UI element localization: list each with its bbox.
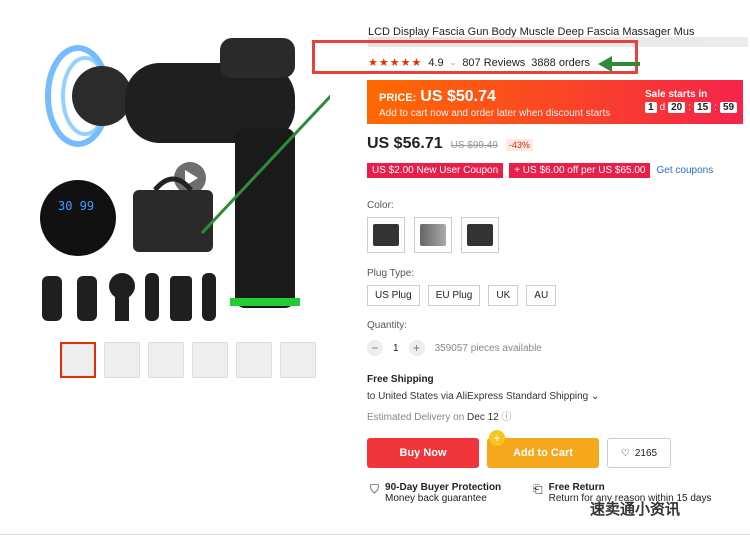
plug-option-eu[interactable]: EU Plug (427, 285, 481, 306)
wishlist-button[interactable]: ♡ 2165 (607, 438, 671, 468)
estimated-delivery: Estimated Delivery on Dec 12 ⓘ (367, 408, 512, 423)
shield-icon: ⛉ (370, 482, 380, 496)
color-option-2[interactable] (414, 217, 452, 253)
return-icon: ⎗ (533, 482, 543, 496)
heart-icon: ♡ (620, 447, 630, 459)
product-main-image[interactable]: 30 99 (30, 18, 357, 336)
countdown-days: 1 (645, 102, 657, 113)
color-swatches (367, 217, 499, 253)
current-price: US $56.71 (367, 135, 443, 152)
countdown-minutes: 15 (694, 102, 712, 113)
svg-text:30 99: 30 99 (58, 199, 94, 213)
annotation-highlight-box (312, 40, 638, 74)
add-badge-icon: + (489, 430, 505, 446)
promo-subtitle: Add to cart now and order later when dis… (379, 108, 611, 119)
quantity-minus-button[interactable]: − (367, 340, 383, 356)
protection-title: 90-Day Buyer Protection (385, 482, 502, 493)
add-to-cart-button[interactable]: Add to Cart (487, 438, 599, 468)
thumbnail-1[interactable] (60, 342, 96, 378)
sale-label: Sale starts in (645, 89, 708, 100)
buyer-protection: ⛉ 90-Day Buyer Protection Money back gua… (370, 482, 501, 504)
discount-badge: -43% (505, 139, 533, 151)
plug-options: US Plug EU Plug UK AU (367, 285, 557, 306)
eta-date: Dec 12 (467, 412, 499, 423)
pieces-available: 359057 pieces available (434, 342, 542, 354)
quantity-value[interactable]: 1 (393, 343, 399, 354)
thumbnail-strip (60, 342, 316, 378)
thumbnail-4[interactable] (192, 342, 228, 378)
color-option-3[interactable] (461, 217, 499, 253)
color-label: Color: (367, 200, 394, 211)
spend-coupon[interactable]: + US $6.00 off per US $65.00 (509, 163, 651, 178)
shipping-destination[interactable]: to United States via AliExpress Standard… (367, 391, 599, 402)
color-option-1[interactable] (367, 217, 405, 253)
countdown-hours: 20 (668, 102, 686, 113)
quantity-label: Quantity: (367, 320, 408, 331)
plug-type-label: Plug Type: (367, 268, 415, 279)
countdown-timer: 1 d 20: 15: 59 (645, 102, 738, 113)
return-title: Free Return (548, 482, 605, 493)
thumbnail-2[interactable] (104, 342, 140, 378)
price-row: US $56.71 US $99.49 -43% (367, 135, 533, 153)
eta-label: Estimated Delivery on (367, 412, 465, 423)
countdown-day-label: d (659, 102, 666, 113)
countdown-seconds: 59 (719, 102, 738, 113)
thumbnail-6[interactable] (280, 342, 316, 378)
plug-option-us[interactable]: US Plug (367, 285, 420, 306)
get-coupons-link[interactable]: Get coupons (656, 165, 713, 176)
promo-price-value: US $50.74 (420, 88, 496, 105)
plug-option-au[interactable]: AU (526, 285, 557, 306)
wishlist-count: 2165 (634, 447, 658, 459)
promo-banner: PRICE: US $50.74 Add to cart now and orde… (367, 80, 743, 124)
annotation-arrow-icon (598, 56, 640, 72)
massage-gun-image: 30 99 (40, 38, 357, 321)
quantity-plus-button[interactable]: + (408, 340, 425, 356)
thumbnail-3[interactable] (148, 342, 184, 378)
thumbnail-5[interactable] (236, 342, 272, 378)
shipping-title: Free Shipping (367, 374, 434, 385)
coupon-row: US $2.00 New User Coupon + US $6.00 off … (367, 163, 713, 178)
promo-price-label: PRICE: (379, 92, 417, 104)
watermark: 速卖通小资讯 (590, 501, 681, 518)
bottom-divider (0, 534, 750, 535)
promo-price: PRICE: US $50.74 (379, 88, 496, 106)
new-user-coupon[interactable]: US $2.00 New User Coupon (367, 163, 504, 178)
quantity-stepper: − 1 + 359057 pieces available (367, 340, 542, 356)
protection-subtitle: Money back guarantee (385, 493, 487, 504)
help-icon[interactable]: ⓘ (502, 412, 512, 423)
original-price: US $99.49 (450, 140, 498, 151)
buy-now-button[interactable]: Buy Now (367, 438, 479, 468)
plug-option-uk[interactable]: UK (488, 285, 519, 306)
